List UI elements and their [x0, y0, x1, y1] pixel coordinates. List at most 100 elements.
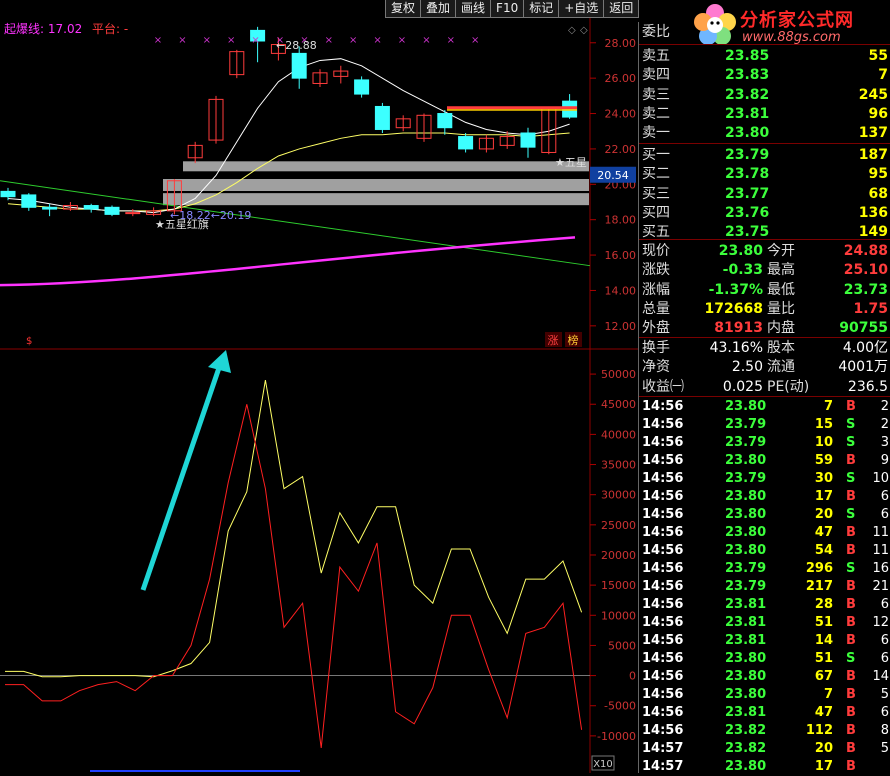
diamond-icon-2: ◇	[580, 25, 588, 36]
low-annotation: ←18.22←20.19	[170, 209, 251, 222]
candle-body	[374, 105, 390, 130]
trade-row: 14:56 23.79 296 S 16	[639, 560, 890, 578]
trade-count: 10	[872, 471, 889, 486]
top-mark: ×	[471, 35, 479, 46]
quote-row: 涨跌 -0.33 最高 25.10	[639, 261, 890, 280]
trade-row: 14:56 23.79 217 B 21	[639, 578, 890, 596]
candle-body	[291, 52, 307, 79]
price-tick-label: 18.00	[605, 214, 637, 227]
trade-time: 14:56	[642, 669, 684, 684]
quote-label: 涨幅	[642, 281, 670, 298]
trade-time: 14:56	[642, 471, 684, 486]
bid-row[interactable]: 买三 23.77 68	[639, 185, 890, 204]
top-mark: ×	[349, 35, 357, 46]
trade-volume: 20	[814, 741, 833, 756]
trade-row: 14:56 23.79 10 S 3	[639, 434, 890, 452]
quote-value: -1.37%	[708, 281, 763, 298]
trade-count: 3	[880, 435, 889, 450]
trade-count: 6	[880, 651, 889, 666]
trade-count: 6	[880, 597, 889, 612]
legend-qibaoxian: 起爆线: 17.02	[4, 22, 83, 36]
trade-price: 23.79	[725, 471, 767, 486]
trade-time: 14:56	[642, 579, 684, 594]
ask-row[interactable]: 卖三 23.82 245	[639, 86, 890, 105]
platform-bar-3	[163, 193, 589, 206]
sep-3	[639, 239, 890, 240]
fund-row: 收益㈠ 0.025 PE(动) 236.5	[639, 378, 890, 397]
chart-canvas[interactable]: 28.0026.0024.0022.0020.0018.0016.0014.00…	[0, 0, 638, 773]
bid-row[interactable]: 买四 23.76 136	[639, 204, 890, 223]
bid-volume: 95	[868, 166, 888, 183]
trade-row: 14:56 23.80 7 B 5	[639, 686, 890, 704]
star2-annotation: ★五星	[555, 156, 587, 169]
ask-row[interactable]: 卖五 23.85 55	[639, 47, 890, 66]
trade-volume: 47	[814, 525, 833, 540]
back-button[interactable]: 返回	[603, 0, 640, 18]
trade-price: 23.81	[725, 705, 767, 720]
top-mark: ×	[178, 35, 186, 46]
bid-row[interactable]: 买一 23.79 187	[639, 146, 890, 165]
trade-row: 14:56 23.81 51 B 12	[639, 614, 890, 632]
trade-price: 23.80	[725, 759, 767, 774]
fund-row: 换手 43.16% 股本 4.00亿	[639, 339, 890, 358]
ask-row[interactable]: 卖一 23.80 137	[639, 124, 890, 143]
trade-price: 23.79	[725, 435, 767, 450]
trade-row: 14:56 23.80 17 B 6	[639, 488, 890, 506]
trade-side: S	[846, 471, 856, 486]
top-mark: ×	[447, 35, 455, 46]
fund-label: 换手	[642, 340, 670, 356]
trade-price: 23.81	[725, 633, 767, 648]
trade-row: 14:56 23.80 54 B 11	[639, 542, 890, 560]
draw-line-button[interactable]: 画线	[455, 0, 492, 18]
diamond-icon: ◇	[568, 25, 576, 36]
trade-side: B	[846, 705, 856, 720]
bid-price: 23.78	[725, 166, 770, 183]
overlay-button[interactable]: 叠加	[420, 0, 457, 18]
trade-row: 14:57 23.82 20 B 5	[639, 740, 890, 758]
trade-side: S	[846, 651, 856, 666]
quote-value: 23.80	[718, 243, 763, 259]
f10-button[interactable]: F10	[490, 0, 525, 18]
trade-count: 5	[880, 687, 889, 702]
trade-price: 23.80	[725, 399, 767, 414]
bid-row[interactable]: 买二 23.78 95	[639, 165, 890, 184]
trade-time: 14:56	[642, 723, 684, 738]
fund-label: 净资	[642, 359, 670, 376]
bid-volume: 187	[858, 147, 888, 163]
trade-time: 14:56	[642, 489, 684, 504]
ind-tick-label: 15000	[601, 579, 636, 592]
ind-tick-label: 0	[629, 670, 636, 683]
trade-volume: 7	[823, 687, 833, 702]
trade-volume: 67	[814, 669, 833, 684]
kline-panel: 28.0026.0024.0022.0020.0018.0016.0014.00…	[0, 0, 638, 773]
trade-row: 14:56 23.80 59 B 9	[639, 452, 890, 470]
trade-time: 14:56	[642, 507, 684, 522]
trade-time: 14:56	[642, 435, 684, 450]
platform-bar-2	[163, 179, 589, 191]
quote-row: 总量 172668 量比 1.75	[639, 300, 890, 319]
quote-panel: 委比 卖五 23.85 55 卖四 23.83 7 卖三 23.82 245 卖二 23.81 96 卖一…	[638, 22, 890, 774]
ask-price: 23.80	[725, 125, 770, 142]
trade-side: S	[846, 435, 856, 450]
quote-value: 81913	[714, 320, 763, 337]
bid-label: 买四	[642, 204, 670, 221]
sep-1	[639, 44, 890, 45]
trade-row: 14:56 23.79 15 S 2	[639, 416, 890, 434]
trade-row: 14:56 23.80 51 S 6	[639, 650, 890, 668]
trade-count: 11	[872, 525, 889, 540]
mark-button[interactable]: 标记	[523, 0, 560, 18]
ask-row[interactable]: 卖二 23.81 96	[639, 105, 890, 124]
trade-side: B	[846, 741, 856, 756]
trade-volume: 112	[805, 723, 833, 738]
trade-price: 23.79	[725, 417, 767, 432]
ask-row[interactable]: 卖四 23.83 7	[639, 66, 890, 85]
trade-count: 8	[880, 723, 889, 738]
sep-4	[639, 337, 890, 338]
trade-volume: 54	[814, 543, 833, 558]
add-watchlist-button[interactable]: +自选	[558, 0, 605, 18]
fund-value: 0.025	[722, 378, 763, 395]
price-tick-label: 14.00	[605, 284, 637, 297]
price-tick-label: 26.00	[605, 72, 637, 85]
fund-value-2: 4.00亿	[842, 340, 888, 356]
restore-rights-button[interactable]: 复权	[385, 0, 422, 18]
